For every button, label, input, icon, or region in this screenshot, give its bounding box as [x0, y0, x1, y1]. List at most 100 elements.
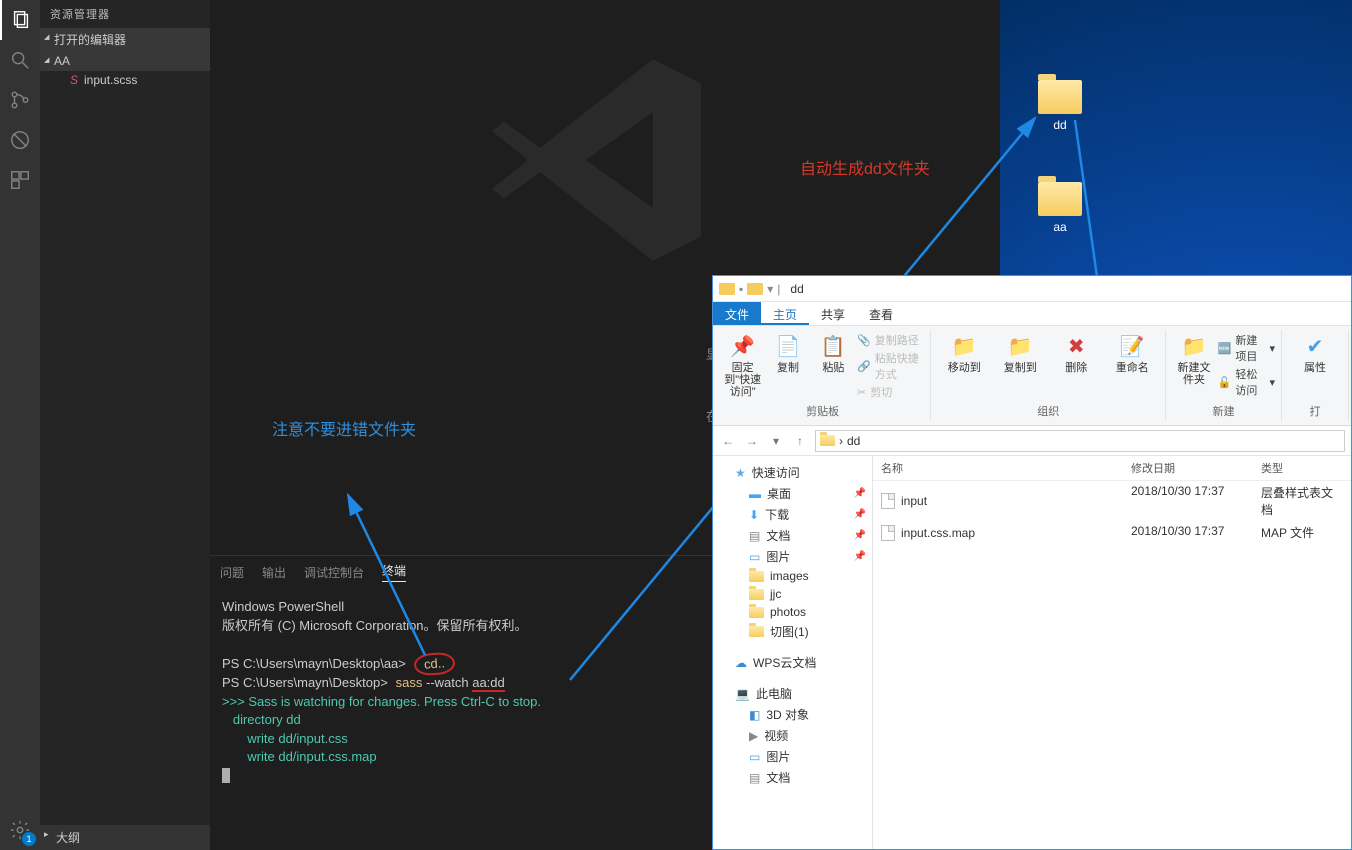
ribbon-tab-share[interactable]: 共享 [809, 302, 857, 325]
file-list: 名称 修改日期 类型 input 2018/10/30 17:37 层叠样式表文… [873, 456, 1351, 849]
folder-icon [749, 589, 764, 600]
column-header-name[interactable]: 名称 [873, 456, 1123, 480]
column-header-type[interactable]: 类型 [1253, 456, 1351, 480]
desktop-icon-label: dd [1053, 118, 1066, 132]
new-item-button[interactable]: 🆕新建项目▾ [1218, 332, 1275, 364]
pin-icon: 📌 [854, 551, 866, 562]
desktop-folder-dd[interactable]: dd [1030, 80, 1090, 132]
nav-this-pc[interactable]: 💻此电脑 [713, 683, 872, 704]
search-icon[interactable] [0, 40, 40, 80]
explorer-titlebar[interactable]: ▪ ▾ | dd [713, 276, 1351, 302]
activity-bar: 1 [0, 0, 40, 850]
explorer-icon[interactable] [0, 0, 40, 40]
move-to-button[interactable]: 📁移动到 [937, 332, 991, 374]
cloud-icon: ☁ [735, 656, 747, 670]
source-control-icon[interactable] [0, 80, 40, 120]
paste-button[interactable]: 📋粘贴 [812, 332, 855, 374]
panel-tab-problems[interactable]: 问题 [220, 564, 244, 581]
ribbon-group-label: 剪贴板 [806, 403, 839, 419]
terminal-cursor [222, 768, 230, 783]
workspace-section[interactable]: AA [40, 51, 210, 71]
extensions-icon[interactable] [0, 160, 40, 200]
forward-button[interactable]: → [743, 434, 761, 448]
panel-tab-terminal[interactable]: 终端 [382, 562, 406, 582]
pin-quick-access-button[interactable]: 📌固定到"快速访问" [721, 332, 764, 398]
rename-icon: 📝 [1118, 332, 1146, 360]
file-icon [881, 493, 895, 509]
nav-pictures[interactable]: ▭图片📌 [713, 546, 872, 567]
new-folder-icon: 📁 [1180, 332, 1208, 360]
folder-icon [1038, 182, 1082, 216]
ribbon-group-label: 新建 [1213, 403, 1235, 419]
ribbon-group-label: 组织 [1037, 403, 1059, 419]
properties-button[interactable]: ✔属性 [1288, 332, 1342, 374]
easy-access-button[interactable]: 🔓轻松访问▾ [1218, 366, 1275, 398]
file-icon [881, 525, 895, 541]
panel-tab-debug[interactable]: 调试控制台 [304, 564, 364, 581]
folder-icon [820, 435, 835, 446]
folder-icon [747, 283, 763, 295]
ribbon-tab-file[interactable]: 文件 [713, 302, 761, 325]
copy-to-button[interactable]: 📁复制到 [993, 332, 1047, 374]
cut-button[interactable]: ✂剪切 [857, 384, 924, 400]
folder-icon [719, 283, 735, 295]
nav-docs2[interactable]: ▤文档 [713, 767, 872, 788]
address-path[interactable]: › dd [815, 430, 1345, 452]
rename-button[interactable]: 📝重命名 [1105, 332, 1159, 374]
nav-pictures2[interactable]: ▭图片 [713, 746, 872, 767]
nav-photos[interactable]: photos [713, 603, 872, 621]
nav-wps[interactable]: ☁WPS云文档 [713, 652, 872, 673]
nav-pane: ★快速访问 ▬桌面📌 ⬇下载📌 ▤文档📌 ▭图片📌 images jjc pho… [713, 456, 873, 849]
nav-videos[interactable]: ▶视频 [713, 725, 872, 746]
document-icon: ▤ [749, 529, 760, 543]
sidebar: 资源管理器 打开的编辑器 AA S input.scss 大纲 [40, 0, 210, 850]
delete-icon: ✖ [1062, 332, 1090, 360]
nav-jjc[interactable]: jjc [713, 585, 872, 603]
window-title: dd [790, 282, 803, 296]
desktop-icon-label: aa [1053, 220, 1066, 234]
copy-button[interactable]: 📄复制 [766, 332, 809, 374]
check-icon: ✔ [1301, 332, 1329, 360]
nav-downloads[interactable]: ⬇下载📌 [713, 504, 872, 525]
folder-icon [749, 571, 764, 582]
nav-3d[interactable]: ◧3D 对象 [713, 704, 872, 725]
history-button[interactable]: ▾ [767, 434, 785, 448]
outline-section[interactable]: 大纲 [40, 825, 210, 850]
nav-images[interactable]: images [713, 567, 872, 585]
desktop: dd aa [1000, 0, 1352, 280]
file-row[interactable]: input.css.map 2018/10/30 17:37 MAP 文件 [873, 521, 1351, 544]
nav-quick-access[interactable]: ★快速访问 [713, 462, 872, 483]
desktop-folder-aa[interactable]: aa [1030, 182, 1090, 234]
ribbon-tab-home[interactable]: 主页 [761, 302, 809, 325]
copy-path-button[interactable]: 📎复制路径 [857, 332, 924, 348]
open-editors-section[interactable]: 打开的编辑器 [40, 28, 210, 51]
up-button[interactable]: ↑ [791, 434, 809, 448]
debug-icon[interactable] [0, 120, 40, 160]
copy-to-icon: 📁 [1006, 332, 1034, 360]
nav-cut1[interactable]: 切图(1) [713, 621, 872, 642]
column-header-date[interactable]: 修改日期 [1123, 456, 1253, 480]
pin-icon: 📌 [854, 509, 866, 520]
gear-icon[interactable]: 1 [0, 810, 40, 850]
ribbon-group-label: 打 [1310, 403, 1321, 419]
ribbon: 📌固定到"快速访问" 📄复制 📋粘贴 📎复制路径 🔗粘贴快捷方式 ✂剪切 剪贴板… [713, 326, 1351, 426]
pc-icon: 💻 [735, 687, 750, 701]
new-folder-button[interactable]: 📁新建文件夹 [1172, 332, 1215, 386]
delete-button[interactable]: ✖删除 [1049, 332, 1103, 374]
paste-shortcut-button[interactable]: 🔗粘贴快捷方式 [857, 350, 924, 382]
panel-tab-output[interactable]: 输出 [262, 564, 286, 581]
file-item-input-scss[interactable]: S input.scss [40, 71, 210, 89]
ribbon-tab-view[interactable]: 查看 [857, 302, 905, 325]
move-icon: 📁 [950, 332, 978, 360]
back-button[interactable]: ← [719, 434, 737, 448]
folder-icon [1038, 80, 1082, 114]
address-bar: ← → ▾ ↑ › dd [713, 426, 1351, 456]
vscode-logo-watermark [480, 40, 720, 280]
desktop-icon: ▬ [749, 487, 761, 501]
pin-icon: 📌 [854, 488, 866, 499]
file-row[interactable]: input 2018/10/30 17:37 层叠样式表文档 [873, 481, 1351, 521]
nav-documents[interactable]: ▤文档📌 [713, 525, 872, 546]
copy-icon: 📄 [774, 332, 802, 360]
paste-icon: 📋 [819, 332, 847, 360]
nav-desktop[interactable]: ▬桌面📌 [713, 483, 872, 504]
